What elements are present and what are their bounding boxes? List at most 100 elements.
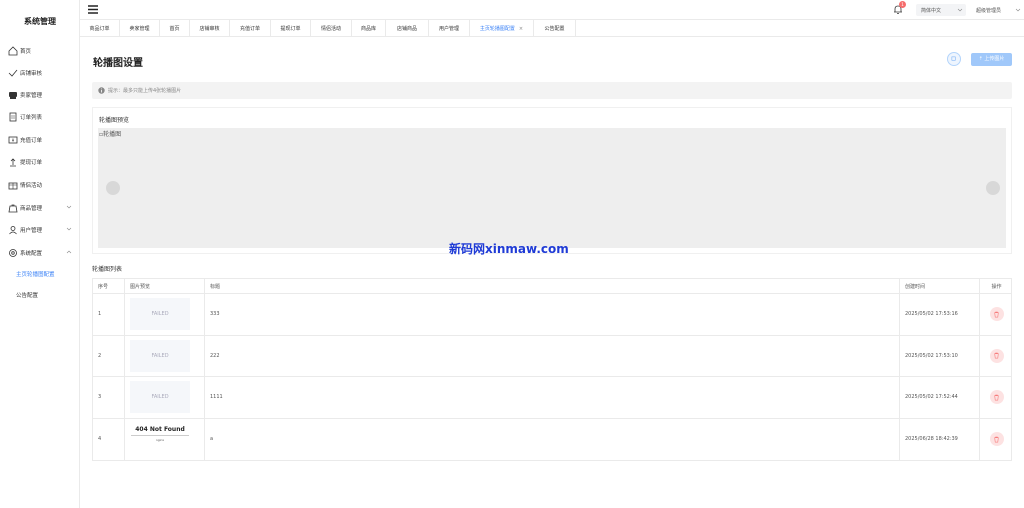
tab-product-library[interactable]: 商品库 bbox=[352, 20, 386, 37]
sidebar-item-recharge[interactable]: ¥ 充值订单 bbox=[0, 133, 80, 147]
carousel-prev-button[interactable] bbox=[106, 181, 120, 195]
banner-table: 序号 图片预览 标题 创建时间 操作 1 FAILED 333 2025/05/… bbox=[92, 278, 1012, 461]
header-title: 标题 bbox=[205, 279, 900, 293]
header-image: 图片预览 bbox=[125, 279, 205, 293]
sidebar-subitem-banner-config[interactable]: 主页轮播图配置 bbox=[16, 270, 55, 278]
info-icon bbox=[98, 87, 105, 94]
delete-button[interactable] bbox=[989, 348, 1004, 363]
user-icon bbox=[9, 226, 17, 235]
tab-banner-config[interactable]: 主页轮播图配置 × bbox=[470, 20, 534, 37]
sidebar-item-orders[interactable]: 订单列表 bbox=[0, 110, 80, 124]
image-404-title: 404 Not Found bbox=[135, 426, 185, 434]
table-row: 2 FAILED 222 2025/05/02 17:53:10 bbox=[93, 335, 1013, 377]
table-row: 1 FAILED 333 2025/05/02 17:53:16 bbox=[93, 294, 1011, 336]
tab-shop-review[interactable]: 店铺审核 bbox=[190, 20, 230, 37]
trash-icon bbox=[994, 353, 999, 359]
upload-image-button[interactable]: ⇡ 上传图片 bbox=[971, 53, 1012, 66]
chevron-down-icon bbox=[66, 227, 72, 231]
carousel-image-alt: 轮播图 bbox=[103, 131, 122, 138]
sidebar-item-couple-activity[interactable]: 情侣活动 bbox=[0, 178, 80, 192]
sidebar-item-label: 提现订单 bbox=[20, 160, 43, 166]
sidebar-item-shop-review[interactable]: 店铺审核 bbox=[0, 66, 80, 80]
sidebar-item-label: 充值订单 bbox=[20, 138, 43, 144]
sidebar-item-system-config[interactable]: 系统配置 bbox=[0, 246, 80, 260]
header-created: 创建时间 bbox=[900, 279, 980, 293]
tab-home[interactable]: 首页 bbox=[160, 20, 190, 37]
tab-sellers[interactable]: 卖家管理 bbox=[120, 20, 160, 37]
header-action: 操作 bbox=[991, 283, 1002, 290]
sidebar-title: 系统管理 bbox=[24, 17, 56, 26]
table-row: 3 FAILED 1111 2025/05/02 17:52:44 bbox=[93, 377, 1011, 419]
row-action bbox=[980, 336, 1013, 377]
sidebar-item-sellers[interactable]: 卖家管理 bbox=[0, 88, 80, 102]
tab-shop-products[interactable]: 店铺商品 bbox=[386, 20, 429, 37]
menu-toggle-icon[interactable] bbox=[88, 5, 98, 14]
carousel-preview-card: 轮播图预览 ▫轮播图 bbox=[92, 107, 1012, 254]
delete-button[interactable] bbox=[989, 432, 1004, 447]
tab-recharge[interactable]: 充值订单 bbox=[230, 20, 271, 37]
row-title: 222 bbox=[205, 335, 900, 376]
preview-title: 轮播图预览 bbox=[99, 117, 130, 124]
tab-product-orders[interactable]: 商品订单 bbox=[80, 20, 120, 37]
row-image: FAILED bbox=[125, 377, 205, 418]
tab-users[interactable]: 用户管理 bbox=[429, 20, 470, 37]
sidebar-item-label: 商品管理 bbox=[20, 206, 43, 212]
delete-button[interactable] bbox=[989, 307, 1004, 322]
notification-badge: 1 bbox=[899, 1, 906, 8]
image-404-server: nginx bbox=[155, 438, 165, 443]
row-index: 2 bbox=[93, 335, 125, 376]
gift-icon bbox=[8, 182, 18, 190]
close-icon[interactable]: × bbox=[519, 26, 523, 32]
row-image: FAILED bbox=[125, 335, 205, 376]
row-image: FAILED bbox=[125, 294, 205, 335]
trash-icon bbox=[994, 394, 999, 401]
table-row: 4 404 Not Found nginx a 2025/06/28 18:42… bbox=[93, 418, 1011, 460]
topbar: 1 简体中文 超级管理员 bbox=[80, 0, 1024, 20]
gear-icon bbox=[9, 249, 17, 257]
tab-withdraw[interactable]: 提现订单 bbox=[271, 20, 311, 37]
row-title: a bbox=[205, 418, 900, 460]
sidebar-item-label: 卖家管理 bbox=[20, 93, 43, 99]
carousel-next-button[interactable] bbox=[986, 181, 1000, 195]
chevron-down-icon bbox=[957, 8, 963, 12]
divider bbox=[131, 435, 189, 437]
sidebar-item-label: 首页 bbox=[20, 49, 32, 55]
language-select[interactable]: 简体中文 bbox=[916, 4, 966, 16]
check-icon bbox=[8, 69, 18, 77]
tab-label: 主页轮播图配置 bbox=[479, 26, 515, 32]
image-failed: FAILED bbox=[130, 298, 190, 331]
row-index: 4 bbox=[93, 418, 125, 460]
sidebar-subitem-notice-config[interactable]: 公告配置 bbox=[16, 291, 38, 299]
row-created: 2025/05/02 17:52:44 bbox=[900, 377, 980, 418]
sidebar-item-products[interactable]: 商品管理 bbox=[0, 201, 80, 215]
sidebar-item-home[interactable]: 首页 bbox=[0, 44, 80, 58]
tab-bar: 商品订单 卖家管理 首页 店铺审核 充值订单 提现订单 情侣活动 商品库 店铺商… bbox=[80, 20, 1024, 37]
sidebar-item-label: 情侣活动 bbox=[20, 183, 43, 189]
refresh-button[interactable] bbox=[947, 52, 961, 66]
delete-button[interactable] bbox=[989, 390, 1004, 405]
row-image: 404 Not Found nginx bbox=[125, 418, 205, 460]
row-created: 2025/06/28 18:42:39 bbox=[900, 418, 980, 460]
sidebar-item-label: 店铺审核 bbox=[20, 71, 43, 77]
document-icon bbox=[9, 112, 17, 122]
carousel-image: ▫轮播图 bbox=[99, 129, 121, 138]
user-menu[interactable]: 超级管理员 bbox=[976, 7, 1001, 14]
row-index: 3 bbox=[93, 377, 125, 418]
row-action bbox=[980, 377, 1013, 418]
svg-text:¥: ¥ bbox=[12, 138, 15, 143]
image-404: 404 Not Found nginx bbox=[130, 423, 190, 456]
chevron-down-icon bbox=[66, 205, 72, 209]
sidebar-item-users[interactable]: 用户管理 bbox=[0, 223, 80, 237]
chevron-down-icon[interactable] bbox=[1015, 7, 1021, 13]
tip-text: 提示：最多只能上传4张轮播图片 bbox=[108, 88, 182, 94]
recharge-icon: ¥ bbox=[8, 136, 18, 144]
page-title: 轮播图设置 bbox=[93, 58, 143, 69]
list-title: 轮播图列表 bbox=[92, 266, 123, 273]
sidebar-item-withdraw[interactable]: 提现订单 bbox=[0, 155, 80, 169]
image-failed: FAILED bbox=[130, 381, 190, 414]
row-title: 333 bbox=[205, 294, 900, 335]
tab-couple-activity[interactable]: 情侣活动 bbox=[311, 20, 352, 37]
language-value: 简体中文 bbox=[921, 8, 942, 14]
upload-label: 上传图片 bbox=[984, 56, 1005, 62]
tab-notice-config[interactable]: 公告配置 bbox=[534, 20, 576, 37]
